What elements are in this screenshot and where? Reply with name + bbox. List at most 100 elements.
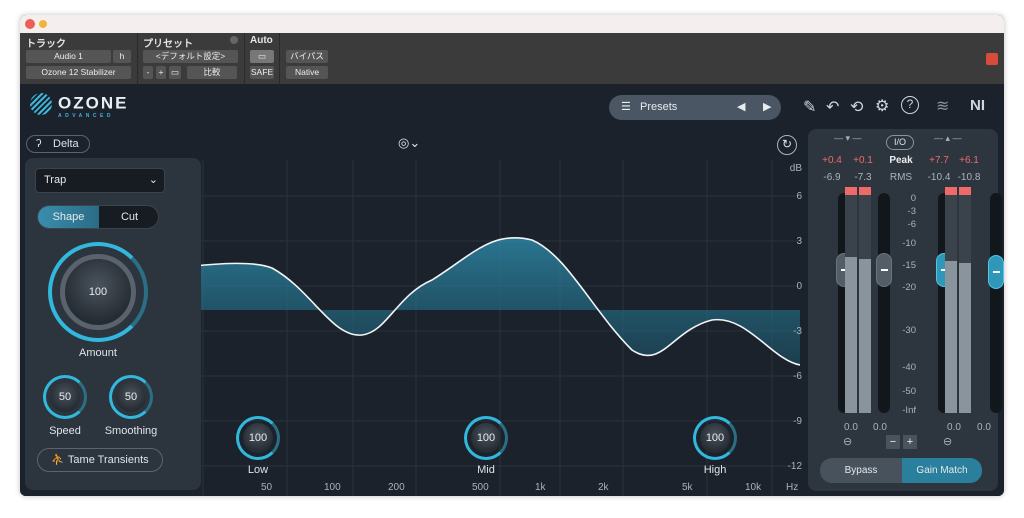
cut-tab[interactable]: Cut — [99, 206, 158, 228]
io-meter-panel: — ▾ — I/O — ▴ — +0.4 +0.1 Peak +7.7 +6.1… — [808, 129, 1004, 491]
io-button[interactable]: I/O — [886, 135, 914, 150]
tame-icon: ⛹ — [51, 454, 68, 466]
record-icon[interactable] — [986, 53, 998, 65]
out-rms-r: -10.8 — [957, 172, 981, 183]
list-icon: ☰ — [621, 101, 631, 113]
copy-icon[interactable]: ▭ — [169, 66, 181, 79]
band-high-knob[interactable]: 100 — [693, 416, 737, 460]
reset-icon[interactable]: ↻ — [777, 135, 797, 155]
band-low-knob[interactable]: 100 — [236, 416, 280, 460]
auto-label: Auto — [250, 35, 273, 46]
preset-select[interactable]: <デフォルト設定> — [143, 50, 238, 63]
scale-tick: -15 — [902, 260, 916, 271]
track-label: トラック — [26, 39, 66, 50]
peak-label: Peak — [889, 155, 913, 166]
mode-select[interactable]: Trap ⌄ — [35, 168, 165, 193]
presets-label: Presets — [640, 101, 678, 113]
history-icon[interactable]: ⟲ — [850, 97, 863, 117]
output-meter-r — [959, 187, 971, 413]
scale-tick: -10 — [902, 238, 916, 249]
tame-transients-button[interactable]: ⛹ Tame Transients — [37, 448, 163, 472]
title-bar — [20, 15, 1004, 33]
output-link-icon[interactable]: ⊖ — [943, 435, 952, 448]
track-h-select[interactable]: h — [113, 50, 131, 63]
db-tick: -12 — [787, 461, 802, 472]
scale-tick: -50 — [902, 386, 916, 397]
scale-tick: -30 — [902, 325, 916, 336]
close-button[interactable] — [25, 19, 35, 29]
preset-label: プリセット — [143, 39, 193, 50]
db-tick: -3 — [793, 326, 802, 337]
amount-knob[interactable]: 100 — [48, 242, 148, 342]
ozone-logo: OZONE ADVANCED — [30, 93, 128, 119]
in-rms-r: -7.3 — [854, 172, 872, 183]
output-fader-r[interactable] — [988, 255, 1004, 289]
gain-plus-button[interactable]: + — [903, 435, 917, 449]
sun-icon — [39, 20, 47, 28]
gear-icon[interactable]: ⚙ — [875, 96, 889, 116]
stereo-link-icon[interactable]: ◎⌄ — [398, 135, 420, 151]
preset-menu-icon[interactable] — [230, 36, 238, 44]
compare-button[interactable]: 比較 — [187, 66, 237, 79]
out-peak-l: +7.7 — [929, 155, 949, 166]
track-select[interactable]: Audio 1 — [26, 50, 111, 63]
shape-tab[interactable]: Shape — [38, 206, 99, 228]
gain-match-button[interactable]: Gain Match — [902, 458, 982, 483]
in-gain-l: 0.0 — [844, 422, 858, 433]
native-button[interactable]: Native — [286, 66, 328, 79]
scale-tick: -Inf — [902, 405, 916, 416]
safe-button[interactable]: SAFE — [250, 66, 274, 79]
presets-bar[interactable]: ☰ Presets ◀ ▶ — [609, 95, 781, 120]
db-tick: -9 — [793, 416, 802, 427]
freq-tick: 500 — [472, 482, 489, 493]
input-link-icon[interactable]: ⊖ — [843, 435, 852, 448]
mode-value: Trap — [44, 174, 67, 186]
scale-tick: -20 — [902, 282, 916, 293]
output-collapse-icon[interactable]: — ▴ — — [934, 133, 962, 144]
bypass-button[interactable]: Bypass — [820, 458, 902, 483]
db-tick: 0 — [796, 281, 802, 292]
ozone-stabilizer: OZONE ADVANCED ☰ Presets ◀ ▶ ✎ ↶ ⟲ ⚙ ? ≋… — [20, 85, 1004, 496]
band-high-label: High — [703, 464, 727, 476]
preset-plus-button[interactable]: + — [156, 66, 166, 79]
automation-icon[interactable]: ▭ — [250, 50, 274, 63]
freq-tick: 2k — [598, 482, 609, 493]
db-tick: 3 — [796, 236, 802, 247]
smoothing-knob[interactable]: 50 — [109, 375, 153, 419]
prev-preset-button[interactable]: ◀ — [737, 100, 745, 113]
out-gain-l: 0.0 — [947, 422, 961, 433]
band-mid-value: 100 — [471, 423, 501, 453]
undo-icon[interactable]: ↶ — [826, 97, 839, 117]
plugin-select[interactable]: Ozone 12 Stabilizer — [26, 66, 131, 79]
input-collapse-icon[interactable]: — ▾ — — [834, 133, 862, 144]
speed-label: Speed — [49, 425, 81, 437]
plugin-window: トラック プリセット Auto Audio 1 h Ozone 12 Stabi… — [20, 15, 1004, 496]
band-mid-knob[interactable]: 100 — [464, 416, 508, 460]
tame-label: Tame Transients — [67, 454, 149, 466]
speed-value: 50 — [50, 382, 80, 412]
in-peak-r: +0.1 — [853, 155, 873, 166]
in-peak-l: +0.4 — [822, 155, 842, 166]
output-fader-track-r[interactable] — [990, 193, 1002, 413]
speed-knob[interactable]: 50 — [43, 375, 87, 419]
input-meter-r — [859, 187, 871, 413]
scale-tick: -40 — [902, 362, 916, 373]
delta-button[interactable]: ʔ Delta — [26, 135, 90, 153]
smoothing-label: Smoothing — [104, 425, 158, 437]
next-preset-button[interactable]: ▶ — [763, 100, 771, 113]
gain-minus-button[interactable]: − — [886, 435, 900, 449]
scale-tick: 0 — [910, 193, 916, 204]
ear-icon: ʔ — [36, 138, 42, 150]
eq-fill — [172, 237, 800, 365]
scale-tick: -3 — [907, 206, 916, 217]
db-tick: -6 — [793, 371, 802, 382]
logo-text: OZONE — [58, 93, 129, 113]
band-low-label: Low — [247, 464, 269, 476]
pencil-icon[interactable]: ✎ — [803, 97, 816, 117]
preset-minus-button[interactable]: - — [143, 66, 153, 79]
bypass-daw-button[interactable]: バイパス — [286, 50, 328, 63]
help-icon[interactable]: ? — [901, 96, 919, 114]
delta-label: Delta — [53, 138, 79, 150]
db-unit: dB — [789, 163, 802, 174]
signal-chain-icon[interactable]: ≋ — [936, 96, 949, 116]
